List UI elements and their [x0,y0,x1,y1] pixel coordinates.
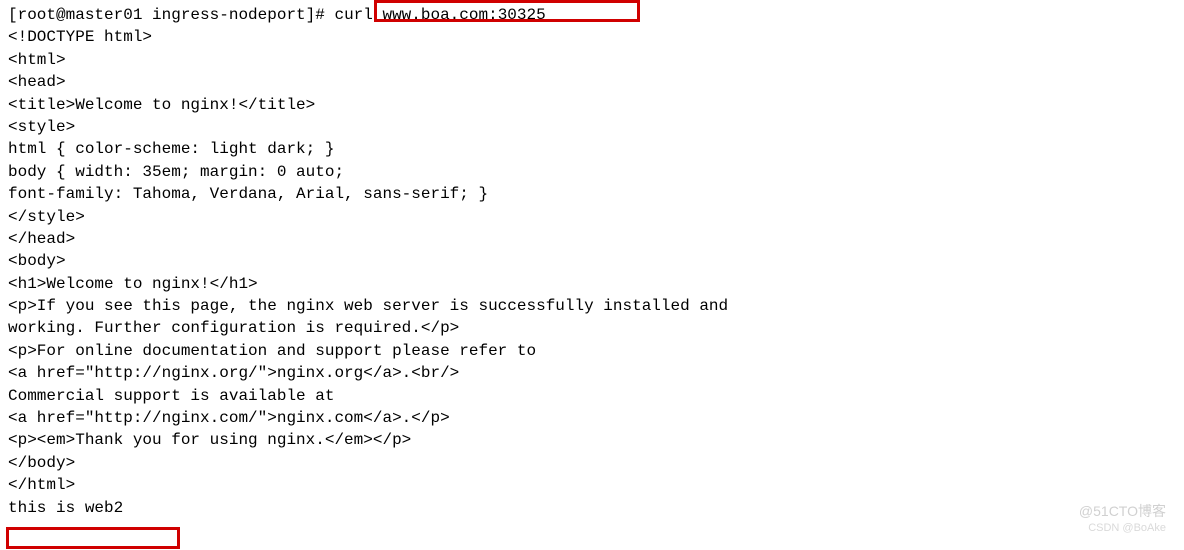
output-line: <html> [8,49,1176,71]
output-line: <p><em>Thank you for using nginx.</em></… [8,429,1176,451]
curl-command: curl www.boa.com:30325 [325,6,546,24]
output-line: working. Further configuration is requir… [8,317,1176,339]
output-line: <body> [8,250,1176,272]
watermark-subtext: CSDN @BoAke [1088,521,1166,536]
output-line: <style> [8,116,1176,138]
output-line: this is web2 [8,497,1176,519]
output-line: </head> [8,228,1176,250]
output-line: <title>Welcome to nginx!</title> [8,94,1176,116]
output-line: body { width: 35em; margin: 0 auto; [8,161,1176,183]
output-line: <p>If you see this page, the nginx web s… [8,295,1176,317]
output-line: Commercial support is available at [8,385,1176,407]
output-line: <a href="http://nginx.com/">nginx.com</a… [8,407,1176,429]
prompt-prefix: [root@master01 ingress-nodeport]# [8,6,325,24]
terminal-prompt-line: [root@master01 ingress-nodeport]# curl w… [8,4,1176,26]
output-line: font-family: Tahoma, Verdana, Arial, san… [8,183,1176,205]
output-line: </style> [8,206,1176,228]
output-line: </html> [8,474,1176,496]
output-line: html { color-scheme: light dark; } [8,138,1176,160]
output-line: <h1>Welcome to nginx!</h1> [8,273,1176,295]
output-line: <p>For online documentation and support … [8,340,1176,362]
output-line: <!DOCTYPE html> [8,26,1176,48]
output-line: </body> [8,452,1176,474]
highlight-result-box [6,527,180,549]
output-line: <a href="http://nginx.org/">nginx.org</a… [8,362,1176,384]
output-line: <head> [8,71,1176,93]
